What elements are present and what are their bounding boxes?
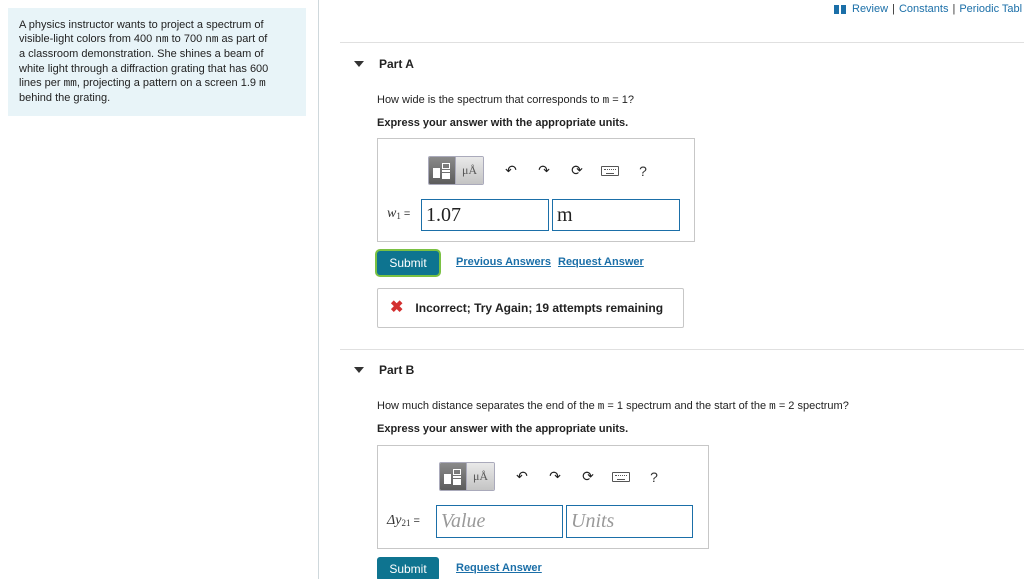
problem-text-segment: white light through a diffraction gratin… [19, 62, 269, 75]
problem-text-segment: a classroom demonstration. She shines a … [19, 48, 264, 61]
problem-text-segment: A physics instructor wants to project a … [19, 19, 264, 31]
math-unit: nm [155, 34, 169, 47]
problem-text-segment: behind the grating. [19, 92, 111, 105]
part-a-request-answer-link[interactable]: Request Answer [558, 256, 644, 268]
problem-statement: A physics instructor wants to project a … [19, 18, 296, 105]
part-b-header[interactable]: Part B [354, 363, 414, 377]
problem-statement-panel: A physics instructor wants to project a … [8, 8, 306, 116]
question-text: = 1 spectrum and the start of the [604, 400, 770, 412]
periodic-table-link[interactable]: Periodic Tabl [959, 3, 1022, 15]
template-icon [433, 162, 451, 179]
math-unit: nm [205, 34, 219, 47]
problem-line: visible-light colors from 400 nm to 700 … [19, 32, 296, 47]
redo-icon[interactable]: ↷ [544, 467, 566, 487]
variable-subscript: 21 [401, 518, 411, 528]
part-a-question: How wide is the spectrum that correspond… [377, 94, 634, 107]
part-b-variable-label: Δy21 = [387, 513, 420, 529]
keyboard-icon [601, 165, 619, 176]
book-icon [834, 4, 846, 14]
help-icon[interactable]: ? [643, 467, 665, 487]
help-icon[interactable]: ? [632, 161, 654, 181]
template-button[interactable] [429, 157, 456, 184]
reset-icon[interactable]: ⟳ [566, 161, 588, 181]
caret-down-icon[interactable] [354, 61, 364, 67]
problem-line: behind the grating. [19, 91, 296, 105]
reset-icon[interactable]: ⟳ [577, 467, 599, 487]
units-icon: μÅ [461, 163, 478, 177]
problem-text-segment: as part of [218, 33, 268, 46]
part-b-request-answer-link[interactable]: Request Answer [456, 562, 542, 574]
variable-subscript: 1 [396, 211, 401, 221]
equals-sign: = [413, 515, 420, 527]
units-button[interactable]: μÅ [456, 157, 483, 184]
question-text: = 1? [609, 94, 634, 106]
resource-links: Review | Constants | Periodic Tabl [834, 2, 1022, 16]
part-a-title: Part A [379, 57, 414, 71]
column-divider [318, 0, 319, 579]
divider [340, 349, 1024, 350]
problem-line: lines per mm, projecting a pattern on a … [19, 76, 296, 91]
part-b-question: How much distance separates the end of t… [377, 400, 849, 413]
problem-text-segment: to 700 [168, 33, 206, 46]
question-text: = 2 spectrum? [775, 400, 849, 412]
redo-icon[interactable]: ↷ [533, 161, 555, 181]
part-b-title: Part B [379, 363, 415, 377]
problem-text-segment: , projecting a pattern on a screen 1.9 [76, 76, 260, 89]
part-b-units-input[interactable]: Units [566, 505, 693, 538]
equals-sign: = [403, 208, 411, 220]
question-text: How wide is the spectrum that correspond… [377, 94, 603, 106]
part-a-header[interactable]: Part A [354, 57, 414, 71]
review-link[interactable]: Review [852, 3, 888, 15]
part-a-variable-label: w1 = [387, 206, 410, 222]
part-a-submit-button[interactable]: Submit [377, 251, 439, 275]
problem-line: A physics instructor wants to project a … [19, 18, 296, 32]
part-a-value-input[interactable]: 1.07 [421, 199, 549, 231]
keyboard-icon [612, 471, 630, 482]
units-button[interactable]: μÅ [467, 463, 494, 490]
divider [340, 42, 1024, 43]
part-b-value-input[interactable]: Value [436, 505, 563, 538]
constants-link[interactable]: Constants [899, 3, 949, 15]
keyboard-button[interactable] [599, 161, 621, 181]
problem-text-segment: visible-light colors from 400 [19, 33, 156, 46]
template-button[interactable] [440, 463, 467, 490]
part-b-instruction: Express your answer with the appropriate… [377, 423, 629, 435]
link-separator: | [952, 3, 956, 15]
feedback-box: ✖ Incorrect; Try Again; 19 attempts rema… [377, 288, 684, 328]
link-separator: | [892, 3, 895, 15]
variable-symbol: w [387, 206, 397, 221]
template-icon [444, 468, 462, 485]
caret-down-icon[interactable] [354, 367, 364, 373]
keyboard-button[interactable] [610, 467, 632, 487]
part-a-math-toolbar: μÅ ↶ ↷ ⟳ ? [428, 156, 654, 185]
undo-icon[interactable]: ↶ [500, 161, 522, 181]
part-b-submit-button[interactable]: Submit [377, 557, 439, 579]
units-icon: μÅ [472, 469, 489, 483]
math-unit: m [259, 77, 266, 90]
undo-icon[interactable]: ↶ [511, 467, 533, 487]
part-a-instruction: Express your answer with the appropriate… [377, 117, 629, 129]
part-a-units-input[interactable]: m [552, 199, 680, 231]
variable-symbol: Δy [387, 513, 402, 528]
x-icon: ✖ [390, 299, 404, 316]
math-variable: m [769, 401, 776, 413]
problem-line: white light through a diffraction gratin… [19, 62, 296, 76]
part-b-math-toolbar: μÅ ↶ ↷ ⟳ ? [439, 462, 665, 491]
problem-text-segment: lines per [19, 76, 64, 89]
problem-line: a classroom demonstration. She shines a … [19, 47, 296, 61]
previous-answers-link[interactable]: Previous Answers [456, 256, 551, 268]
question-text: How much distance separates the end of t… [377, 400, 598, 412]
math-unit: mm [63, 77, 77, 90]
feedback-text: Incorrect; Try Again; 19 attempts remain… [415, 301, 664, 315]
